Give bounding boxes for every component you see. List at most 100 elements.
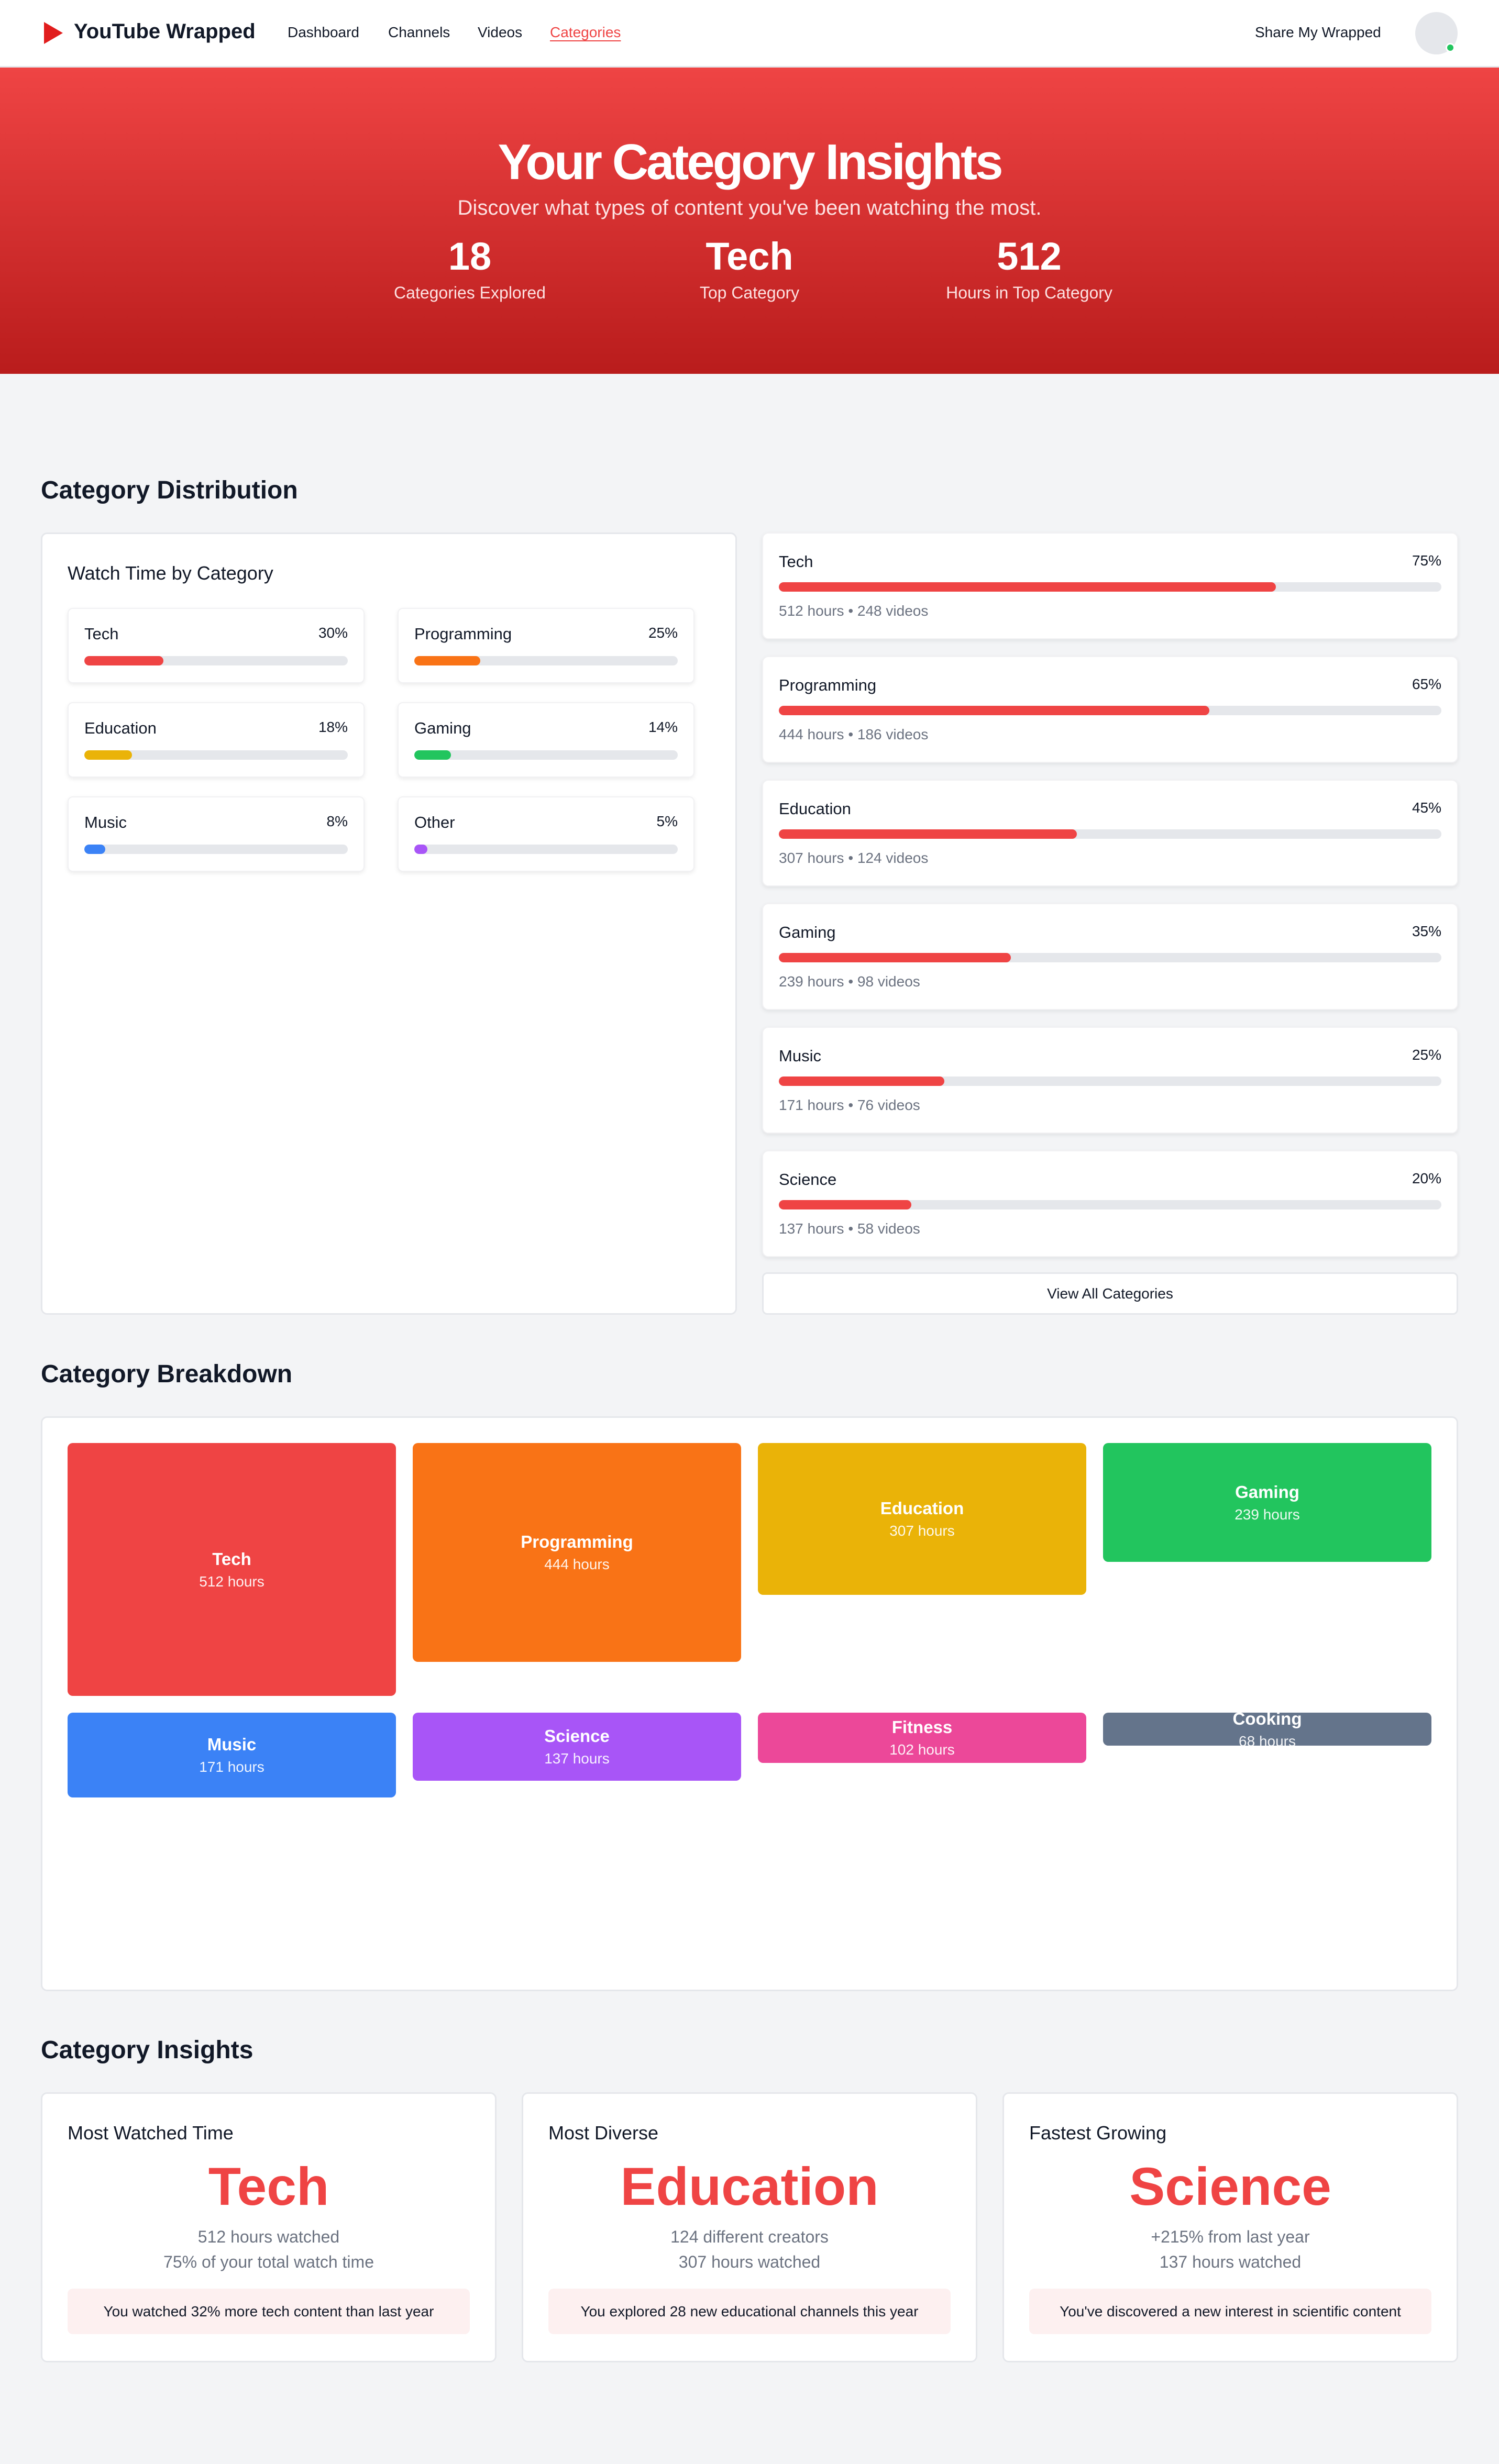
insight-card-most-watched: Most Watched Time Tech 512 hours watched… bbox=[41, 2092, 497, 2362]
category-meta: 171 hours • 76 videos bbox=[779, 1097, 920, 1113]
top-navbar: YouTube Wrapped Dashboard Channels Video… bbox=[0, 0, 1499, 68]
category-meta: 137 hours • 58 videos bbox=[779, 1220, 920, 1237]
stat-top-category: Tech Top Category bbox=[640, 237, 859, 303]
hero-subtitle: Discover what types of content you've be… bbox=[457, 196, 1042, 219]
category-name: Tech bbox=[84, 625, 119, 643]
category-percent: 30% bbox=[318, 625, 348, 641]
nav-link-dashboard[interactable]: Dashboard bbox=[288, 24, 359, 41]
insight-highlight: Education bbox=[620, 2157, 879, 2216]
progress-fill bbox=[414, 845, 428, 854]
category-name: Tech bbox=[779, 552, 813, 571]
category-percent: 25% bbox=[648, 625, 678, 641]
category-name: Science bbox=[779, 1170, 837, 1189]
breakdown-tile-fitness[interactable]: Fitness 102 hours bbox=[758, 1713, 1086, 1763]
progress-fill bbox=[779, 706, 1210, 715]
stat-label: Top Category bbox=[699, 283, 800, 302]
progress-fill bbox=[84, 656, 163, 665]
stat-label: Categories Explored bbox=[394, 283, 546, 302]
insight-note: You explored 28 new educational channels… bbox=[548, 2289, 951, 2334]
breakdown-tile-education[interactable]: Education 307 hours bbox=[758, 1443, 1086, 1595]
insight-note: You've discovered a new interest in scie… bbox=[1029, 2289, 1431, 2334]
category-percent: 45% bbox=[1412, 800, 1441, 816]
insight-detail: 307 hours watched bbox=[678, 2252, 821, 2271]
hero-banner: Your Category Insights Discover what typ… bbox=[0, 68, 1499, 374]
insight-detail: +215% from last year bbox=[1151, 2227, 1310, 2246]
progress-track bbox=[779, 953, 1441, 962]
category-percent: 14% bbox=[648, 719, 678, 735]
progress-fill bbox=[414, 656, 480, 665]
stat-label: Hours in Top Category bbox=[946, 283, 1112, 302]
nav-link-categories[interactable]: Categories bbox=[550, 24, 621, 41]
category-percent: 8% bbox=[326, 813, 348, 829]
breakdown-tile-music[interactable]: Music 171 hours bbox=[68, 1713, 396, 1797]
breakdown-tile-tech[interactable]: Tech 512 hours bbox=[68, 1443, 396, 1696]
insight-label: Fastest Growing bbox=[1029, 2122, 1167, 2144]
category-card-tech[interactable]: Tech 75% 512 hours • 248 videos bbox=[762, 532, 1458, 639]
category-card-gaming[interactable]: Gaming 35% 239 hours • 98 videos bbox=[762, 903, 1458, 1010]
stat-value: Tech bbox=[706, 235, 793, 278]
progress-fill bbox=[779, 1200, 911, 1209]
breakdown-tile-programming[interactable]: Programming 444 hours bbox=[413, 1443, 741, 1662]
progress-track bbox=[779, 582, 1441, 592]
category-name: Music bbox=[84, 813, 127, 831]
nav-link-channels[interactable]: Channels bbox=[388, 24, 450, 41]
tile-hours: 102 hours bbox=[889, 1741, 955, 1758]
category-card-science[interactable]: Science 20% 137 hours • 58 videos bbox=[762, 1150, 1458, 1257]
category-meta: 512 hours • 248 videos bbox=[779, 603, 929, 619]
category-meta: 444 hours • 186 videos bbox=[779, 726, 929, 742]
play-logo-icon[interactable] bbox=[44, 22, 63, 44]
watch-time-panel: Watch Time by Category Tech 30% Programm… bbox=[41, 532, 737, 1315]
tile-name: Fitness bbox=[891, 1717, 953, 1737]
category-percent: 25% bbox=[1412, 1047, 1441, 1063]
section-title-distribution: Category Distribution bbox=[41, 476, 298, 504]
progress-track bbox=[414, 845, 678, 854]
stat-hours-top-category: 512 Hours in Top Category bbox=[919, 237, 1139, 303]
tile-hours: 512 hours bbox=[199, 1573, 264, 1590]
progress-track bbox=[84, 750, 348, 760]
category-percent: 65% bbox=[1412, 676, 1441, 692]
progress-track bbox=[779, 1200, 1441, 1209]
watch-time-item-tech: Tech 30% bbox=[68, 608, 365, 683]
nav-link-videos[interactable]: Videos bbox=[478, 24, 522, 41]
progress-track bbox=[779, 706, 1441, 715]
progress-fill bbox=[84, 750, 132, 760]
section-title-breakdown: Category Breakdown bbox=[41, 1360, 293, 1388]
progress-fill bbox=[779, 953, 1011, 962]
category-card-education[interactable]: Education 45% 307 hours • 124 videos bbox=[762, 780, 1458, 886]
progress-fill bbox=[414, 750, 451, 760]
brand-title[interactable]: YouTube Wrapped bbox=[74, 20, 256, 43]
category-name: Programming bbox=[779, 676, 877, 694]
category-name: Gaming bbox=[414, 719, 471, 737]
category-percent: 20% bbox=[1412, 1170, 1441, 1186]
progress-track bbox=[414, 656, 678, 665]
insight-detail: 137 hours watched bbox=[1159, 2252, 1302, 2271]
tile-name: Education bbox=[880, 1499, 964, 1518]
category-percent: 18% bbox=[318, 719, 348, 735]
insight-note: You watched 32% more tech content than l… bbox=[68, 2289, 470, 2334]
tile-hours: 307 hours bbox=[889, 1523, 955, 1539]
insight-card-most-diverse: Most Diverse Education 124 different cre… bbox=[522, 2092, 977, 2362]
category-name: Music bbox=[779, 1047, 821, 1065]
insight-detail: 75% of your total watch time bbox=[163, 2252, 374, 2271]
category-card-programming[interactable]: Programming 65% 444 hours • 186 videos bbox=[762, 656, 1458, 763]
insight-highlight: Tech bbox=[208, 2157, 329, 2216]
breakdown-tile-cooking[interactable]: Cooking 68 hours bbox=[1103, 1713, 1431, 1746]
share-wrapped-button[interactable]: Share My Wrapped bbox=[1255, 24, 1381, 41]
category-name: Gaming bbox=[779, 923, 836, 941]
breakdown-tile-science[interactable]: Science 137 hours bbox=[413, 1713, 741, 1781]
online-status-indicator bbox=[1446, 43, 1455, 52]
breakdown-tile-gaming[interactable]: Gaming 239 hours bbox=[1103, 1443, 1431, 1562]
category-card-music[interactable]: Music 25% 171 hours • 76 videos bbox=[762, 1027, 1458, 1134]
insight-label: Most Diverse bbox=[548, 2122, 659, 2144]
progress-track bbox=[779, 1076, 1441, 1086]
view-all-categories-button[interactable]: View All Categories bbox=[762, 1272, 1458, 1315]
tile-name: Gaming bbox=[1235, 1482, 1299, 1502]
progress-track bbox=[84, 656, 348, 665]
tile-name: Programming bbox=[521, 1532, 633, 1551]
watch-time-item-gaming: Gaming 14% bbox=[398, 702, 695, 778]
category-name: Education bbox=[779, 800, 851, 818]
tile-hours: 137 hours bbox=[544, 1750, 610, 1767]
tile-hours: 171 hours bbox=[199, 1759, 264, 1775]
insight-card-fastest-growing: Fastest Growing Science +215% from last … bbox=[1002, 2092, 1458, 2362]
tile-hours: 444 hours bbox=[544, 1556, 610, 1572]
